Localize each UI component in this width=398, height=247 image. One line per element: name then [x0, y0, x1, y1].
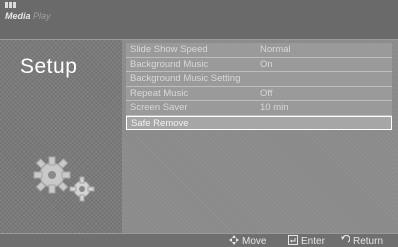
- menu-item-value: On: [260, 58, 273, 70]
- page-title: Setup: [20, 55, 78, 78]
- menu-item-repeat-music[interactable]: Repeat Music Off: [126, 86, 392, 101]
- dpad-icon: [229, 235, 239, 245]
- enter-hint: Enter: [288, 235, 325, 247]
- brand-logo: Media Play: [5, 11, 51, 21]
- top-bar: Media Play: [0, 0, 398, 40]
- menu-item-screen-saver[interactable]: Screen Saver 10 min: [126, 101, 392, 116]
- gear-icon: [33, 156, 95, 202]
- brand-suffix: Play: [33, 11, 51, 21]
- menu-item-value: Off: [260, 87, 273, 99]
- setup-menu: Slide Show Speed Normal Background Music…: [126, 43, 392, 130]
- menu-item-background-music-setting[interactable]: Background Music Setting: [126, 72, 392, 87]
- enter-label: Enter: [301, 236, 325, 247]
- move-label: Move: [242, 236, 267, 247]
- menu-item-label: Safe Remove: [131, 117, 189, 129]
- return-icon: [341, 235, 350, 243]
- menu-item-safe-remove[interactable]: Safe Remove: [126, 115, 392, 130]
- return-label: Return: [353, 236, 384, 247]
- menu-item-label: Background Music: [130, 58, 209, 70]
- return-hint: Return: [340, 235, 383, 247]
- enter-icon: [288, 235, 298, 245]
- menu-item-label: Background Music Setting: [130, 73, 241, 84]
- brand-mark-icon: [5, 2, 16, 8]
- move-hint: Move: [229, 235, 266, 247]
- menu-item-label: Repeat Music: [130, 87, 189, 99]
- menu-item-slide-show-speed[interactable]: Slide Show Speed Normal: [126, 43, 392, 58]
- menu-item-label: Slide Show Speed: [130, 44, 208, 55]
- bottom-hint-bar: Move Enter Return: [0, 233, 398, 247]
- menu-item-value: 10 min: [260, 102, 289, 113]
- menu-item-value: Normal: [260, 44, 291, 55]
- tv-screen: Media Play Setup Slide Show Speed Normal…: [0, 0, 398, 247]
- menu-item-label: Screen Saver: [130, 102, 188, 113]
- menu-item-background-music[interactable]: Background Music On: [126, 57, 392, 72]
- brand-name: Media: [5, 11, 31, 21]
